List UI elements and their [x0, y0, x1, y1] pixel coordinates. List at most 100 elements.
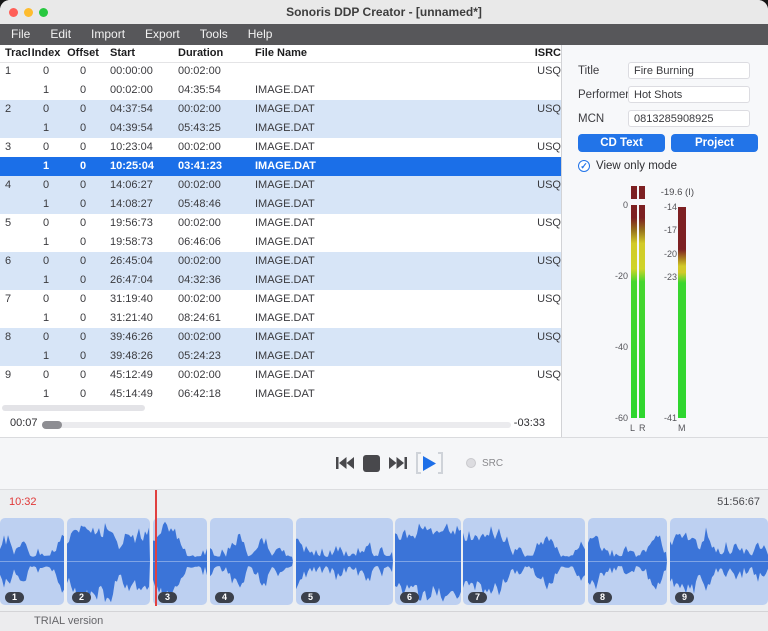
- seek-slider-track[interactable]: [42, 422, 511, 428]
- horizontal-scrollbar-thumb[interactable]: [2, 405, 145, 411]
- zoom-window-button[interactable]: [39, 8, 48, 17]
- cell-isrc: [525, 195, 561, 214]
- table-row[interactable]: 1045:14:4906:42:18IMAGE.DAT: [0, 385, 561, 404]
- table-row[interactable]: 70031:19:4000:02:00IMAGE.DATUSQ: [0, 290, 561, 309]
- waveform-segment-1[interactable]: 1: [0, 518, 64, 605]
- track-number-badge: 4: [215, 592, 234, 603]
- skip-back-icon: [336, 456, 354, 470]
- level-meter-right: [639, 205, 645, 418]
- column-header-offset: Offset: [62, 45, 104, 62]
- focus-bracket-left: [416, 452, 421, 474]
- waveform-segment-4[interactable]: 4: [210, 518, 293, 605]
- cell-start: 10:25:04: [104, 157, 172, 176]
- app-window: Sonoris DDP Creator - [unnamed*] FileEdi…: [0, 0, 768, 631]
- menu-item-import[interactable]: Import: [81, 24, 135, 45]
- menu-item-help[interactable]: Help: [238, 24, 283, 45]
- cell-isrc: USQ: [525, 290, 561, 309]
- cell-dur: 06:46:06: [172, 233, 249, 252]
- stop-button[interactable]: [363, 455, 380, 472]
- project-button[interactable]: Project: [671, 134, 758, 152]
- mcn-input[interactable]: [628, 110, 750, 127]
- waveform-segment-7[interactable]: 7: [463, 518, 585, 605]
- play-button[interactable]: [416, 452, 443, 474]
- cell-index: 1: [30, 119, 62, 138]
- cell-track: 5: [0, 214, 30, 233]
- track-number-badge: 3: [158, 592, 177, 603]
- table-row[interactable]: 1014:08:2705:48:46IMAGE.DAT: [0, 195, 561, 214]
- cell-index: 0: [30, 138, 62, 157]
- cell-start: 26:45:04: [104, 252, 172, 271]
- cell-start: 04:37:54: [104, 100, 172, 119]
- cell-index: 0: [30, 290, 62, 309]
- table-row[interactable]: 1010:25:0403:41:23IMAGE.DAT: [0, 157, 561, 176]
- cell-file: IMAGE.DAT: [249, 366, 525, 385]
- cell-file: IMAGE.DAT: [249, 81, 525, 100]
- table-row[interactable]: 60026:45:0400:02:00IMAGE.DATUSQ: [0, 252, 561, 271]
- performer-input[interactable]: [628, 86, 750, 103]
- table-row[interactable]: 1004:39:5405:43:25IMAGE.DAT: [0, 119, 561, 138]
- table-row[interactable]: 1026:47:0404:32:36IMAGE.DAT: [0, 271, 561, 290]
- menu-item-tools[interactable]: Tools: [190, 24, 238, 45]
- table-row[interactable]: 40014:06:2700:02:00IMAGE.DATUSQ: [0, 176, 561, 195]
- cell-track: [0, 233, 30, 252]
- menu-item-file[interactable]: File: [1, 24, 40, 45]
- cell-start: 04:39:54: [104, 119, 172, 138]
- cell-isrc: USQ: [525, 176, 561, 195]
- meter-tick: -20: [651, 249, 677, 259]
- menu-item-edit[interactable]: Edit: [40, 24, 81, 45]
- cell-index: 1: [30, 233, 62, 252]
- title-input[interactable]: [628, 62, 750, 79]
- clip-indicator-left: [631, 186, 637, 199]
- cell-dur: 03:41:23: [172, 157, 249, 176]
- waveform-segment-3[interactable]: 3: [153, 518, 207, 605]
- waveform-segment-6[interactable]: 6: [395, 518, 461, 605]
- cell-offset: 0: [62, 328, 104, 347]
- table-row[interactable]: 1000:02:0004:35:54IMAGE.DAT: [0, 81, 561, 100]
- waveform-segment-2[interactable]: 2: [67, 518, 150, 605]
- waveform-segment-5[interactable]: 5: [296, 518, 393, 605]
- table-row[interactable]: 1031:21:4008:24:61IMAGE.DAT: [0, 309, 561, 328]
- cell-file: IMAGE.DAT: [249, 290, 525, 309]
- meter-tick: -17: [651, 225, 677, 235]
- minimize-window-button[interactable]: [24, 8, 33, 17]
- table-row[interactable]: 10000:00:0000:02:00USQ: [0, 62, 561, 81]
- channel-label-right: R: [639, 423, 646, 433]
- cell-file: IMAGE.DAT: [249, 233, 525, 252]
- cell-file: IMAGE.DAT: [249, 271, 525, 290]
- cell-dur: 04:35:54: [172, 81, 249, 100]
- channel-label-left: L: [630, 423, 635, 433]
- meter-tick: -41: [651, 413, 677, 423]
- waveform-segment-9[interactable]: 9: [670, 518, 768, 605]
- skip-back-button[interactable]: [336, 456, 354, 470]
- cell-dur: 00:02:00: [172, 252, 249, 271]
- view-only-checkbox[interactable]: ✓ View only mode: [578, 160, 768, 172]
- playhead-cursor[interactable]: [155, 490, 157, 606]
- seek-slider-thumb[interactable]: [42, 421, 62, 429]
- cell-start: 26:47:04: [104, 271, 172, 290]
- cell-file: IMAGE.DAT: [249, 195, 525, 214]
- cell-index: 1: [30, 81, 62, 100]
- cell-file: IMAGE.DAT: [249, 309, 525, 328]
- table-row[interactable]: 30010:23:0400:02:00IMAGE.DATUSQ: [0, 138, 561, 157]
- table-row[interactable]: 50019:56:7300:02:00IMAGE.DATUSQ: [0, 214, 561, 233]
- skip-forward-button[interactable]: [389, 456, 407, 470]
- cell-isrc: [525, 347, 561, 366]
- cd-text-button[interactable]: CD Text: [578, 134, 665, 152]
- meter-tick: 0: [602, 200, 628, 210]
- table-row[interactable]: 1019:58:7306:46:06IMAGE.DAT: [0, 233, 561, 252]
- cell-start: 31:19:40: [104, 290, 172, 309]
- focus-bracket-right: [438, 452, 443, 474]
- cell-dur: 00:02:00: [172, 328, 249, 347]
- table-row[interactable]: 80039:46:2600:02:00IMAGE.DATUSQ: [0, 328, 561, 347]
- cell-track: [0, 119, 30, 138]
- track-number-badge: 1: [5, 592, 24, 603]
- waveform-segment-8[interactable]: 8: [588, 518, 667, 605]
- menu-item-export[interactable]: Export: [135, 24, 190, 45]
- table-row[interactable]: 90045:12:4900:02:00IMAGE.DATUSQ: [0, 366, 561, 385]
- close-window-button[interactable]: [9, 8, 18, 17]
- src-indicator[interactable]: SRC: [466, 458, 503, 469]
- cell-index: 1: [30, 195, 62, 214]
- table-row[interactable]: 20004:37:5400:02:00IMAGE.DATUSQ: [0, 100, 561, 119]
- table-row[interactable]: 1039:48:2605:24:23IMAGE.DAT: [0, 347, 561, 366]
- cell-start: 00:02:00: [104, 81, 172, 100]
